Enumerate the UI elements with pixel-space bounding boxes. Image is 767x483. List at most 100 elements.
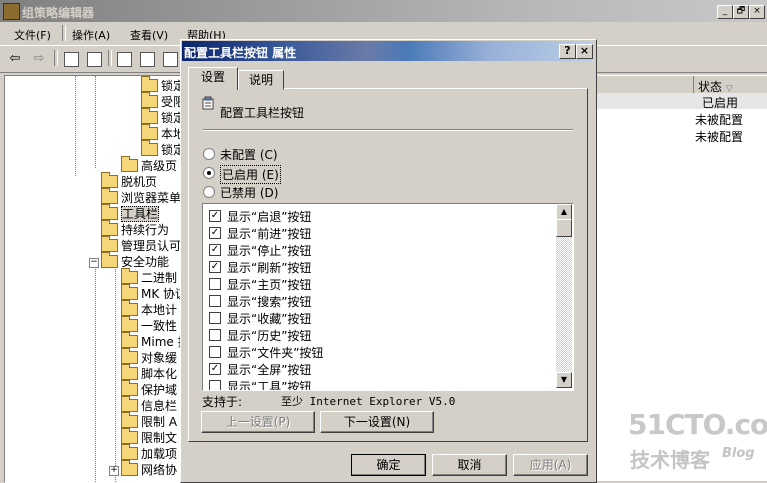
main-title-bar: 组策略编辑器	[0, 0, 767, 22]
open-folder-icon	[101, 204, 118, 220]
apply-button[interactable]: 应用(A)	[513, 454, 588, 476]
folder-icon	[121, 444, 138, 460]
status-cell[interactable]: 已启用	[702, 94, 738, 111]
checklist-item[interactable]: 显示“搜索”按钮	[227, 293, 311, 310]
checklist-item[interactable]: 显示“刷新”按钮	[227, 259, 311, 276]
menu-file[interactable]: 文件(F)	[14, 27, 51, 43]
tree-node[interactable]: 浏览器菜单	[101, 188, 181, 206]
scroll-thumb[interactable]	[556, 219, 572, 237]
checklist-item[interactable]: 显示“文件夹”按钮	[227, 344, 323, 361]
checkbox[interactable]	[209, 295, 221, 307]
folder-icon	[121, 380, 138, 396]
up-folder-icon[interactable]	[64, 52, 79, 67]
tree-node[interactable]: 网络协	[121, 460, 177, 478]
radio-not-configured-label[interactable]: 未配置 (C)	[220, 146, 278, 163]
watermark-blog: Blog	[722, 446, 755, 461]
radio-not-configured[interactable]	[203, 148, 215, 160]
heading-divider	[203, 129, 573, 131]
expand-icon[interactable]: +	[109, 466, 119, 476]
menu-view[interactable]: 查看(V)	[130, 27, 168, 43]
column-divider[interactable]	[693, 76, 694, 93]
menu-separator	[62, 25, 66, 41]
folder-icon	[121, 364, 138, 380]
checklist-item[interactable]: 显示“启退”按钮	[227, 208, 311, 225]
column-header[interactable]	[595, 76, 767, 94]
folder-icon	[141, 92, 158, 108]
radio-disabled[interactable]	[203, 186, 215, 198]
tree-node[interactable]: MK 协议	[121, 284, 187, 302]
ok-button[interactable]: 确定	[351, 454, 426, 476]
checkbox[interactable]	[209, 312, 221, 324]
radio-enabled-label[interactable]: 已启用 (E)	[220, 165, 281, 184]
folder-icon	[101, 220, 118, 236]
toolbar-separator	[108, 50, 112, 66]
checklist-item[interactable]: 显示“收藏”按钮	[227, 310, 311, 327]
tree-line	[95, 261, 96, 482]
checkbox[interactable]: ✓	[209, 210, 221, 222]
collapse-icon[interactable]: −	[89, 258, 99, 268]
maximize-button[interactable]: 🗗	[733, 5, 749, 19]
cancel-button[interactable]: 取消	[432, 454, 507, 476]
checkbox[interactable]: ✓	[209, 227, 221, 239]
folder-icon	[101, 188, 118, 204]
forward-arrow-icon[interactable]: ⇨	[30, 50, 48, 68]
folder-icon	[121, 428, 138, 444]
status-cell[interactable]: 未被配置	[695, 128, 743, 145]
gpedit-app-icon	[3, 3, 20, 20]
watermark-brand: 51CTO.com	[628, 408, 767, 441]
folder-icon	[121, 412, 138, 428]
tab-settings[interactable]: 设置	[188, 67, 238, 90]
policy-heading: 配置工具栏按钮	[220, 106, 305, 120]
folder-icon	[121, 460, 138, 476]
checkbox[interactable]: ✓	[209, 244, 221, 256]
minimize-button[interactable]: _	[717, 5, 733, 19]
folder-icon	[141, 124, 158, 140]
next-setting-button[interactable]: 下一设置(N)	[320, 411, 434, 433]
folder-icon	[141, 108, 158, 124]
checkbox[interactable]: ✓	[209, 261, 221, 273]
close-button[interactable]: ×	[749, 5, 765, 19]
dialog-title-bar[interactable]: 配置工具栏按钮 属性	[182, 41, 593, 61]
show-tree-icon[interactable]	[87, 52, 102, 67]
checkbox[interactable]	[209, 346, 221, 358]
tree-node[interactable]: 持续行为	[101, 220, 169, 238]
scroll-up-arrow-icon[interactable]: ▲	[556, 204, 572, 220]
radio-enabled[interactable]	[203, 167, 215, 179]
folder-icon	[141, 140, 158, 156]
folder-icon	[121, 300, 138, 316]
radio-disabled-label[interactable]: 已禁用 (D)	[220, 184, 278, 201]
checklist-item[interactable]: 显示“历史”按钮	[227, 327, 311, 344]
watermark-sub: 技术博客	[630, 448, 710, 472]
checklist-item[interactable]: 显示“前进”按钮	[227, 225, 311, 242]
checklist-item[interactable]: 显示“工具”按钮	[227, 378, 311, 390]
previous-setting-button[interactable]: 上一设置(P)	[201, 411, 315, 433]
back-arrow-icon[interactable]: ⇦	[6, 50, 24, 68]
checklist-item[interactable]: 显示“停止”按钮	[227, 242, 311, 259]
menu-action[interactable]: 操作(A)	[72, 27, 110, 43]
tree-node[interactable]: 高级页	[121, 156, 177, 174]
tree-node[interactable]: 安全功能	[101, 252, 169, 270]
dialog-close-button[interactable]: ×	[576, 44, 593, 59]
dialog-help-button[interactable]: ?	[559, 44, 576, 59]
tree-line	[115, 261, 116, 482]
folder-icon	[121, 332, 138, 348]
folder-icon	[121, 268, 138, 284]
checkbox[interactable]: ✓	[209, 363, 221, 375]
tree-node[interactable]: 管理员认可	[101, 236, 181, 254]
toolbar-buttons-checklist[interactable]: ✓ 显示“启退”按钮 ✓ 显示“前进”按钮 ✓ 显示“停止”按钮 ✓ 显示“刷新”按钮 …	[202, 203, 574, 391]
status-cell[interactable]: 未被配置	[695, 111, 743, 128]
policy-tree[interactable]: 锁定 受限 锁定 本地 锁定 高级页 脱机页 浏览器菜单 工具栏 持续行为 管理…	[4, 75, 192, 483]
export-list-icon[interactable]	[140, 52, 155, 67]
folder-icon	[121, 396, 138, 412]
properties-icon[interactable]	[117, 52, 132, 67]
open-folder-icon	[101, 252, 118, 268]
tab-explain[interactable]: 说明	[238, 70, 284, 90]
help-topic-icon[interactable]	[163, 52, 178, 67]
checklist-item[interactable]: 显示“主页”按钮	[227, 276, 311, 293]
tree-node[interactable]: 锁定	[141, 140, 185, 158]
scroll-down-arrow-icon[interactable]: ▼	[556, 372, 572, 388]
checkbox[interactable]	[209, 329, 221, 341]
checkbox[interactable]	[209, 380, 221, 390]
checkbox[interactable]	[209, 278, 221, 290]
checklist-item[interactable]: 显示“全屏”按钮	[227, 361, 311, 378]
